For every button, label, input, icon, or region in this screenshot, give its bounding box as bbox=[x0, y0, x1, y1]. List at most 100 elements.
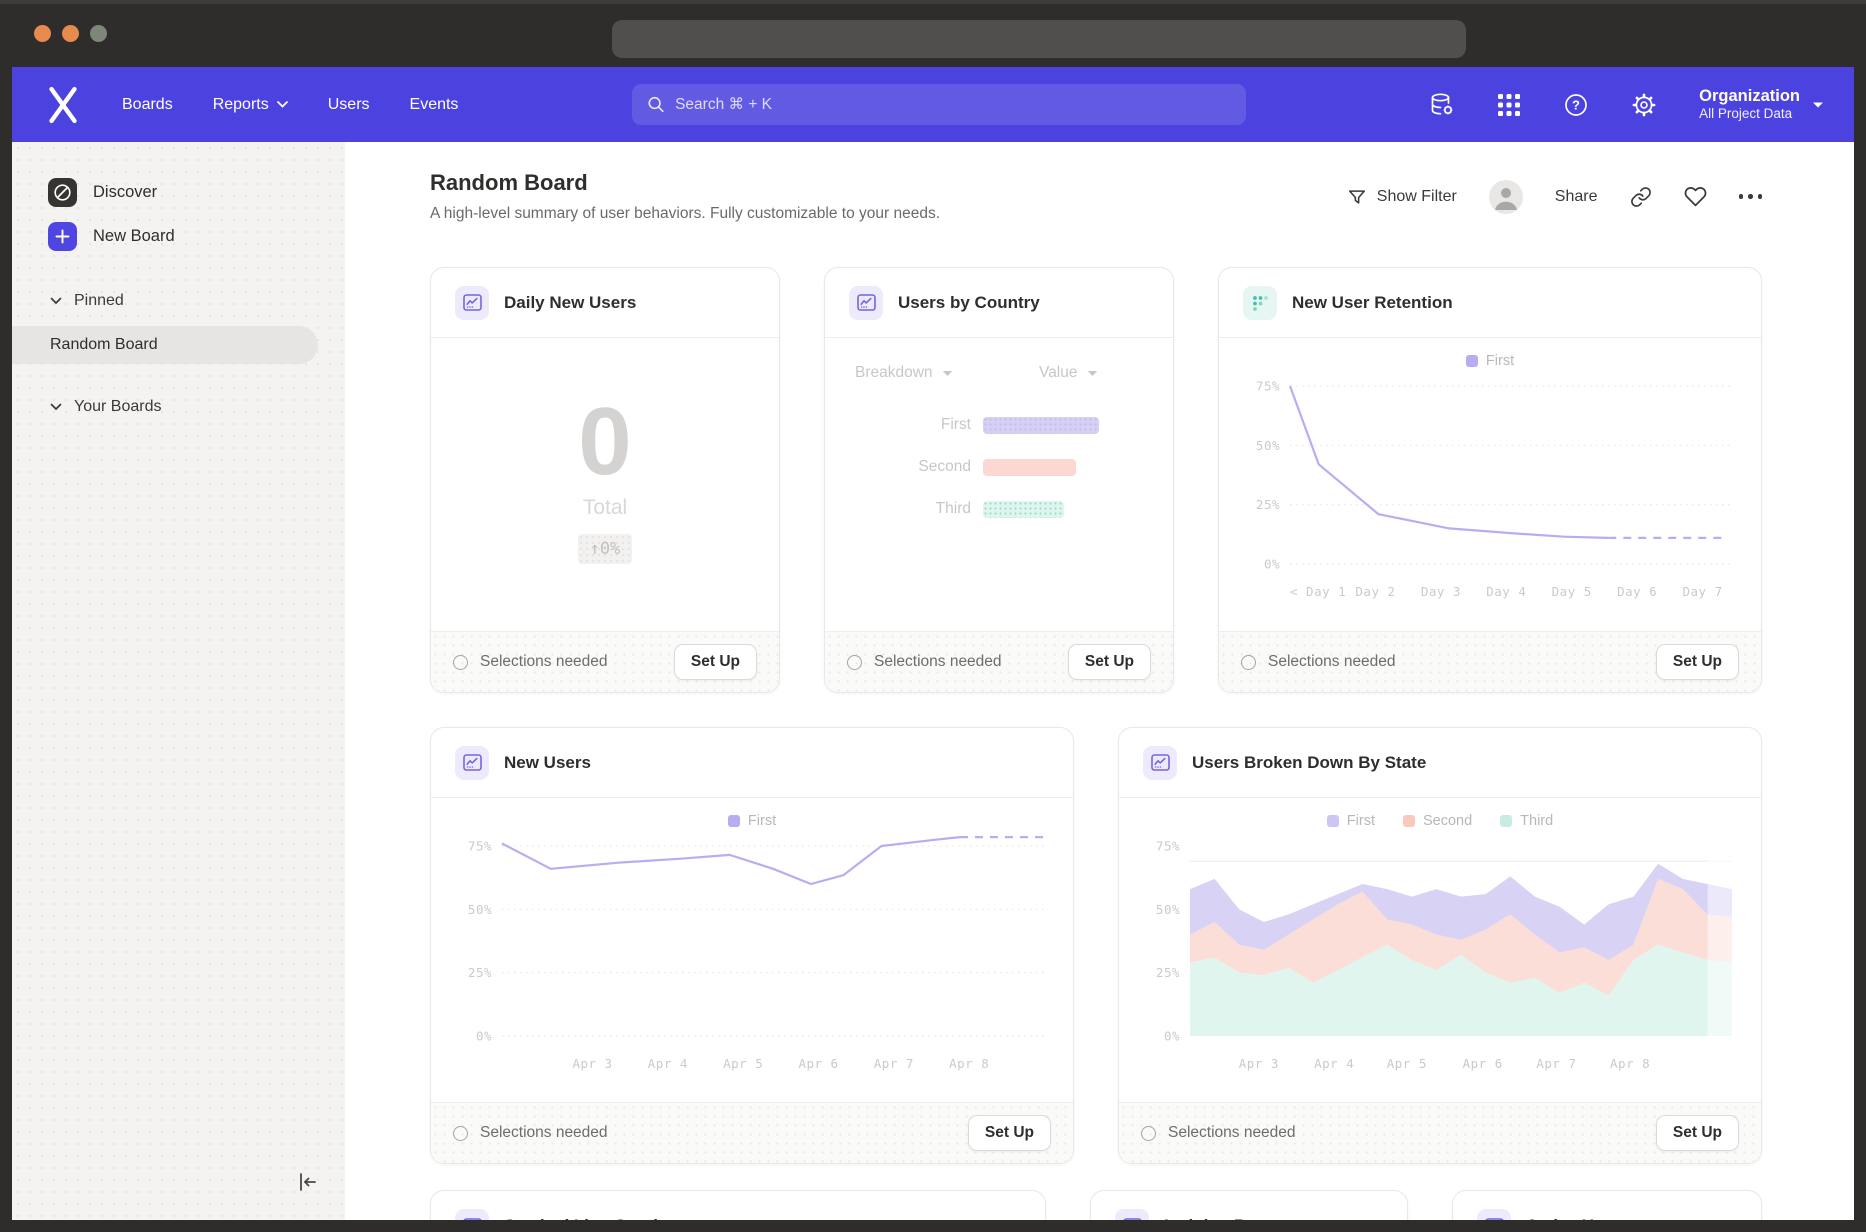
svg-text:50%: 50% bbox=[468, 902, 492, 917]
help-icon[interactable]: ? bbox=[1563, 92, 1589, 118]
line-chart-icon bbox=[455, 286, 489, 320]
main-content: Random Board A high-level summary of use… bbox=[345, 142, 1854, 1220]
global-search[interactable] bbox=[632, 84, 1246, 125]
setup-button[interactable]: Set Up bbox=[674, 644, 757, 680]
stacked-area-chart: 75%50%25%0%Apr 3Apr 4Apr 5Apr 6Apr 7Apr … bbox=[1142, 832, 1738, 1082]
svg-text:75%: 75% bbox=[468, 839, 492, 854]
svg-text:Day 4: Day 4 bbox=[1486, 584, 1526, 599]
svg-text:Apr 8: Apr 8 bbox=[1610, 1056, 1650, 1071]
copy-link-icon[interactable] bbox=[1630, 186, 1652, 208]
new-users-line-chart: 75%50%25%0%Apr 3Apr 4Apr 5Apr 6Apr 7Apr … bbox=[454, 832, 1050, 1082]
chevron-down-icon bbox=[1812, 101, 1824, 109]
card-users-by-country: Users by Country Breakdown Value bbox=[824, 267, 1174, 693]
legend-item: First bbox=[1466, 353, 1514, 369]
org-switcher[interactable]: Organization All Project Data bbox=[1699, 86, 1824, 124]
svg-text:Apr 6: Apr 6 bbox=[798, 1056, 838, 1071]
data-management-icon[interactable] bbox=[1428, 91, 1455, 118]
legend-item: First bbox=[728, 813, 776, 829]
chevron-down-icon bbox=[50, 297, 62, 305]
svg-text:Day 6: Day 6 bbox=[1617, 584, 1657, 599]
org-name: Organization bbox=[1699, 86, 1800, 107]
sidebar-section-label: Pinned bbox=[74, 292, 124, 310]
svg-text:25%: 25% bbox=[468, 965, 492, 980]
card-title: Daily New Users bbox=[504, 293, 636, 313]
card-title: Stacked Line Graph bbox=[504, 1216, 664, 1220]
nav-item-reports[interactable]: Reports bbox=[213, 96, 288, 114]
svg-text:0%: 0% bbox=[1164, 1029, 1180, 1044]
sidebar-item-label: New Board bbox=[93, 227, 175, 246]
card-title: Active Users bbox=[1526, 1216, 1629, 1220]
more-options-icon[interactable] bbox=[1739, 194, 1763, 199]
svg-text:25%: 25% bbox=[1156, 965, 1180, 980]
kpi-value: 0 bbox=[578, 394, 631, 490]
search-input[interactable] bbox=[675, 96, 1231, 114]
svg-text:0%: 0% bbox=[476, 1029, 492, 1044]
card-users-by-state: Users Broken Down By State FirstSecondTh… bbox=[1118, 727, 1762, 1164]
sidebar-item-new-board[interactable]: New Board bbox=[48, 214, 345, 258]
nav-item-label: Reports bbox=[213, 96, 269, 114]
skeleton-row: Third bbox=[825, 500, 1173, 518]
status-circle-icon bbox=[453, 1126, 468, 1141]
setup-button[interactable]: Set Up bbox=[968, 1115, 1051, 1151]
card-title: New User Retention bbox=[1292, 293, 1453, 313]
status-selections-needed: Selections needed bbox=[453, 653, 608, 671]
status-selections-needed: Selections needed bbox=[1241, 653, 1396, 671]
nav-item-users[interactable]: Users bbox=[328, 96, 370, 114]
svg-text:Apr 6: Apr 6 bbox=[1463, 1056, 1503, 1071]
page-subtitle: A high-level summary of user behaviors. … bbox=[430, 205, 940, 223]
window-minimize-button[interactable] bbox=[62, 25, 79, 42]
compass-icon bbox=[48, 178, 77, 207]
sidebar-item-discover[interactable]: Discover bbox=[48, 170, 345, 214]
svg-text:50%: 50% bbox=[1156, 902, 1180, 917]
kpi-label: Total bbox=[583, 496, 627, 520]
nav-item-label: Boards bbox=[122, 96, 173, 114]
svg-text:Day 5: Day 5 bbox=[1552, 584, 1592, 599]
window-close-button[interactable] bbox=[34, 25, 51, 42]
line-chart-icon bbox=[1115, 1209, 1149, 1220]
value-label: Value bbox=[1039, 364, 1078, 382]
show-filter-button[interactable]: Show Filter bbox=[1347, 187, 1457, 207]
collapse-sidebar-icon[interactable] bbox=[295, 1171, 319, 1198]
card-title: Insights Report bbox=[1164, 1216, 1289, 1220]
favorite-heart-icon[interactable] bbox=[1684, 185, 1707, 208]
browser-tab-placeholder[interactable] bbox=[612, 20, 1466, 58]
breakdown-label: Breakdown bbox=[855, 364, 933, 382]
search-icon bbox=[647, 95, 665, 114]
page-title: Random Board bbox=[430, 170, 940, 196]
status-label: Selections needed bbox=[1268, 653, 1396, 671]
navbar-right: ? Organization bbox=[1428, 86, 1824, 124]
card-new-user-retention: New User Retention First 75%50%25%0%< Da… bbox=[1218, 267, 1762, 693]
breakdown-dropdown[interactable]: Breakdown bbox=[855, 364, 953, 382]
setup-button[interactable]: Set Up bbox=[1656, 1115, 1739, 1151]
status-selections-needed: Selections needed bbox=[1141, 1124, 1296, 1142]
window-zoom-button[interactable] bbox=[90, 25, 107, 42]
setup-button[interactable]: Set Up bbox=[1656, 644, 1739, 680]
sidebar-item-random-board[interactable]: Random Board bbox=[12, 326, 318, 364]
chevron-down-icon bbox=[942, 370, 953, 377]
avatar[interactable] bbox=[1489, 180, 1523, 214]
value-dropdown[interactable]: Value bbox=[1039, 364, 1098, 382]
settings-gear-icon[interactable] bbox=[1631, 92, 1657, 118]
card-new-users: New Users First 75%50%25%0%Apr 3Apr 4Apr… bbox=[430, 727, 1074, 1164]
nav-menu: Boards Reports Users Events bbox=[122, 96, 458, 114]
svg-text:75%: 75% bbox=[1256, 379, 1280, 394]
share-button[interactable]: Share bbox=[1555, 188, 1598, 206]
line-chart-icon bbox=[455, 746, 489, 780]
retention-line-chart: 75%50%25%0%< Day 1Day 2Day 3Day 4Day 5Da… bbox=[1242, 372, 1738, 610]
nav-item-boards[interactable]: Boards bbox=[122, 96, 173, 114]
svg-text:Day 3: Day 3 bbox=[1421, 584, 1461, 599]
status-label: Selections needed bbox=[480, 653, 608, 671]
svg-text:Apr 3: Apr 3 bbox=[572, 1056, 612, 1071]
apps-grid-icon[interactable] bbox=[1497, 93, 1521, 117]
setup-button[interactable]: Set Up bbox=[1068, 644, 1151, 680]
svg-text:Apr 5: Apr 5 bbox=[723, 1056, 763, 1071]
svg-text:?: ? bbox=[1572, 97, 1580, 112]
line-chart-icon bbox=[1143, 746, 1177, 780]
svg-text:Apr 7: Apr 7 bbox=[1536, 1056, 1576, 1071]
nav-item-events[interactable]: Events bbox=[410, 96, 459, 114]
legend-item: First bbox=[1327, 813, 1375, 829]
sidebar-section-pinned[interactable]: Pinned bbox=[50, 292, 345, 310]
mixpanel-logo-icon[interactable] bbox=[48, 86, 78, 124]
status-circle-icon bbox=[1241, 655, 1256, 670]
sidebar-section-your-boards[interactable]: Your Boards bbox=[50, 398, 345, 416]
